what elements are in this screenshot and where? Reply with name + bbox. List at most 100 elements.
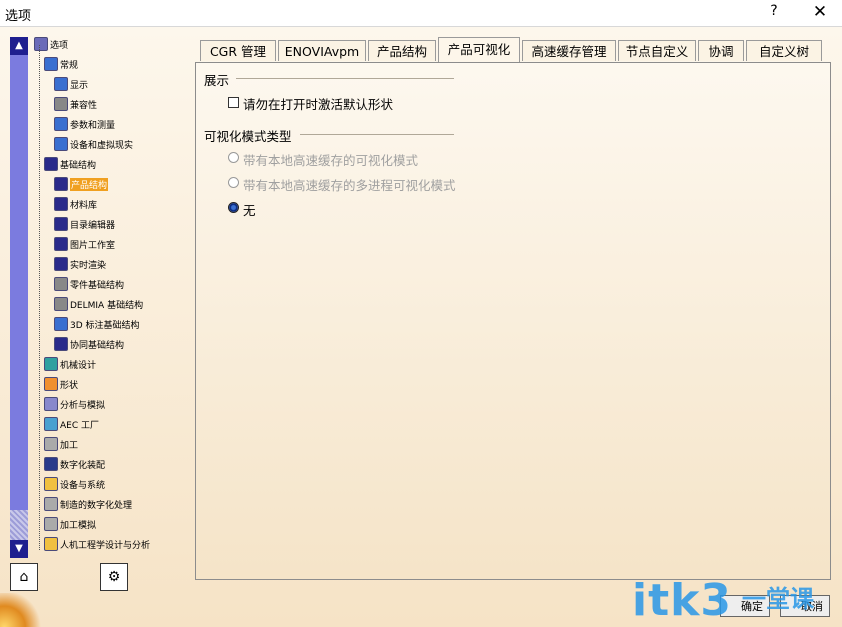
tab-2[interactable]: 产品结构 (368, 40, 436, 61)
tree-item-label: 加工 (60, 440, 79, 451)
tree-item[interactable]: 数字化装配 (44, 455, 105, 473)
tab-panel-product-visualization: 展示 请勿在打开时激活默认形状 可视化模式类型 带有本地高速缓存的可视化模式 带… (195, 62, 831, 580)
tree-item[interactable]: 机械设计 (44, 355, 96, 373)
product-structure-icon (54, 177, 68, 191)
options-icon (34, 37, 48, 51)
mechanical-design-icon (44, 357, 58, 371)
scroll-up-button[interactable]: ▲ (10, 37, 28, 55)
tree-item-label: 3D 标注基础结构 (70, 320, 140, 331)
tree-connector (39, 45, 40, 550)
parameters-icon (54, 117, 68, 131)
tree-item-label: 零件基础结构 (70, 280, 125, 291)
tree-item-label: 设备和虚拟现实 (70, 140, 134, 151)
tab-7[interactable]: 自定义树 (746, 40, 822, 61)
tree-item[interactable]: 产品结构 (54, 175, 109, 193)
digital-mockup-icon (44, 457, 58, 471)
radio-none-mode[interactable] (228, 202, 239, 213)
tree-item-label: 实时渲染 (70, 260, 107, 271)
tab-6[interactable]: 协调 (698, 40, 744, 61)
tree-item[interactable]: 设备和虚拟现实 (54, 135, 133, 153)
tree-item-label: 显示 (70, 80, 89, 91)
mode-group-title: 可视化模式类型 (204, 129, 292, 144)
dialog-client: ▲ ▼ 选项 常规 显示 兼容性 参数和测量 设备和虚拟现实 基础结构 产品结构 材料库 目录编辑… (0, 27, 842, 627)
home-icon[interactable]: ⌂ (10, 563, 38, 591)
tree-item[interactable]: 常规 (44, 55, 78, 73)
devices-icon (54, 137, 68, 151)
tree-item[interactable]: 零件基础结构 (54, 275, 124, 293)
tree-item[interactable]: 加工模拟 (44, 515, 96, 533)
radio-local-cache-mode[interactable] (228, 152, 239, 163)
tab-5[interactable]: 节点自定义 (618, 40, 696, 61)
scroll-track[interactable] (10, 510, 28, 540)
tab-4[interactable]: 高速缓存管理 (522, 40, 616, 61)
tree-item-label: 材料库 (70, 200, 98, 211)
tree-item[interactable]: 分析与模拟 (44, 395, 105, 413)
watermark-cn: 一堂课 (742, 585, 814, 613)
tree-item-label: 分析与模拟 (60, 400, 106, 411)
watermark-text: itk3 (632, 575, 732, 626)
mode-group-rule (300, 134, 454, 135)
tree-item[interactable]: 参数和测量 (54, 115, 115, 133)
close-button[interactable]: ✕ (806, 2, 834, 24)
aec-plant-icon (44, 417, 58, 431)
tree-item[interactable]: 基础结构 (44, 155, 96, 173)
tree-item[interactable]: DELMIA 基础结构 (54, 295, 143, 313)
tree-item[interactable]: 实时渲染 (54, 255, 106, 273)
shape-icon (44, 377, 58, 391)
tree-item[interactable]: 设备与系统 (44, 475, 105, 493)
tree-item-label: 形状 (60, 380, 79, 391)
tree-item-label: 加工模拟 (60, 520, 97, 531)
display-icon (54, 77, 68, 91)
tab-3[interactable]: 产品可视化 (438, 37, 520, 62)
tree-item-label: 参数和测量 (70, 120, 116, 131)
scroll-down-button[interactable]: ▼ (10, 540, 28, 558)
machining-icon (44, 437, 58, 451)
display-group-rule (236, 78, 454, 79)
tree-item-label: DELMIA 基础结构 (70, 300, 144, 311)
tree-item-label: 数字化装配 (60, 460, 106, 471)
title-bar: 选项 ? ✕ (0, 0, 842, 27)
tree-scrollbar[interactable]: ▲ ▼ (10, 37, 28, 558)
tree-item[interactable]: AEC 工厂 (44, 415, 99, 433)
tree-item[interactable]: 兼容性 (54, 95, 97, 113)
default-shape-checkbox[interactable] (228, 97, 239, 108)
tree-item-label: 选项 (50, 40, 69, 51)
scroll-thumb[interactable] (10, 55, 28, 510)
photo-studio-icon (54, 237, 68, 251)
tree-item[interactable]: 3D 标注基础结构 (54, 315, 140, 333)
delmia-icon (54, 297, 68, 311)
tree-item[interactable]: 形状 (44, 375, 78, 393)
tree-item-label: 兼容性 (70, 100, 98, 111)
tree-item[interactable]: 材料库 (54, 195, 97, 213)
tree-item-label: 常规 (60, 60, 79, 71)
tree-item[interactable]: 协同基础结构 (54, 335, 124, 353)
tree-item[interactable]: 目录编辑器 (54, 215, 115, 233)
help-button[interactable]: ? (763, 3, 785, 23)
collaboration-icon (54, 337, 68, 351)
tree-item-label: 协同基础结构 (70, 340, 125, 351)
tools-options-icon[interactable]: ⚙ (100, 563, 128, 591)
tab-1[interactable]: ENOVIAvpm (278, 40, 366, 61)
tree-item[interactable]: 制造的数字化处理 (44, 495, 132, 513)
none-mode-label: 无 (243, 203, 256, 218)
catalog-editor-icon (54, 217, 68, 231)
part-infrastructure-icon (54, 277, 68, 291)
tree-toolbar: ⌂ ⚙ (0, 563, 190, 593)
general-icon (44, 57, 58, 71)
tree-item[interactable]: 人机工程学设计与分析 (44, 535, 150, 553)
tree-item-label: AEC 工厂 (60, 420, 99, 431)
tree-item[interactable]: 加工 (44, 435, 78, 453)
tree-item-label: 基础结构 (60, 160, 97, 171)
tree-item[interactable]: 显示 (54, 75, 88, 93)
manufacturing-icon (44, 497, 58, 511)
tree-item-label: 产品结构 (70, 177, 109, 191)
tree-item-label: 图片工作室 (70, 240, 116, 251)
equipment-icon (44, 477, 58, 491)
tree-item-label: 设备与系统 (60, 480, 106, 491)
radio-multiprocess-mode[interactable] (228, 177, 239, 188)
tab-0[interactable]: CGR 管理 (200, 40, 276, 61)
tree-item[interactable]: 图片工作室 (54, 235, 115, 253)
material-library-icon (54, 197, 68, 211)
annotation-3d-icon (54, 317, 68, 331)
compatibility-icon (54, 97, 68, 111)
